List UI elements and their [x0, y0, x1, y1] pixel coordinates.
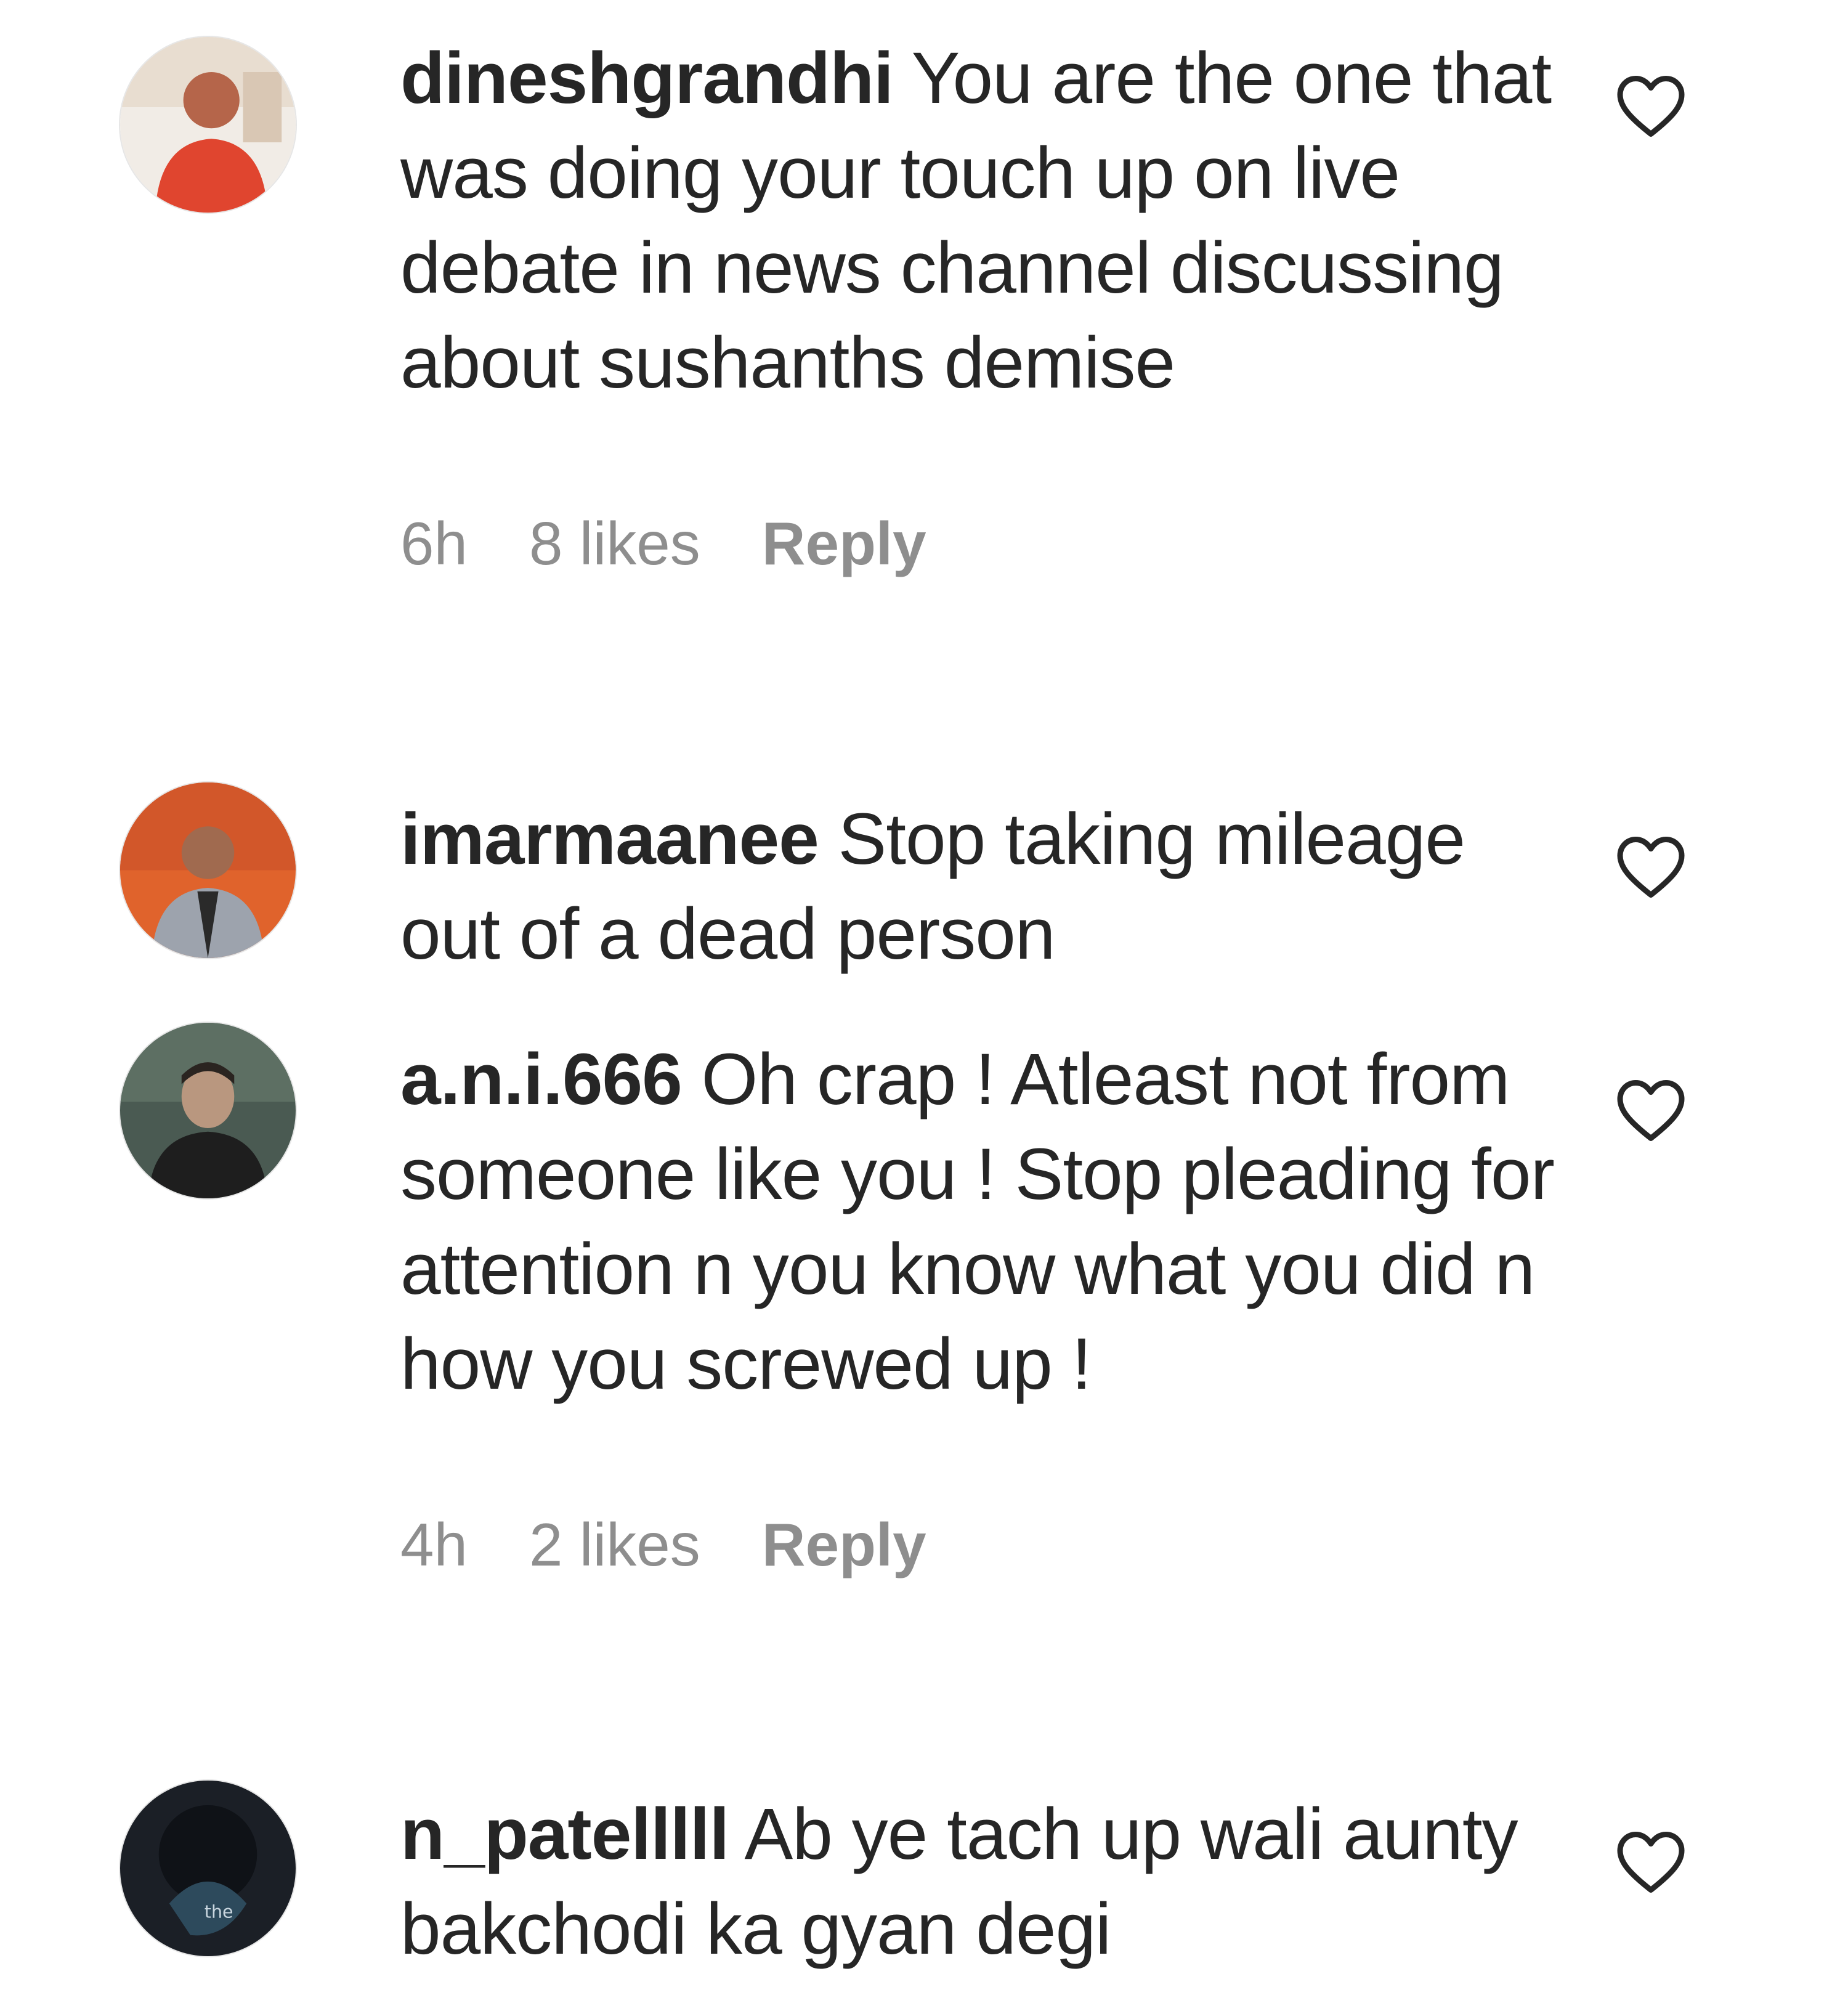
heart-outline-icon: [1617, 1832, 1685, 1893]
avatar[interactable]: [120, 1023, 296, 1198]
comment-likes-count[interactable]: 2 likes: [529, 1510, 700, 1580]
user-avatar-icon: [120, 37, 296, 213]
user-avatar-icon: [120, 1023, 296, 1198]
comment-username[interactable]: imarmaanee: [400, 798, 819, 880]
comment-meta: 4h 2 likes Reply: [400, 1510, 1558, 1580]
comment-time: 4h: [400, 1511, 468, 1578]
comment-body: n_patelllll Ab ye tach up wali aunty bak…: [400, 1787, 1558, 1976]
avatar[interactable]: [120, 37, 296, 213]
comment-username[interactable]: a.n.i.666: [400, 1039, 683, 1120]
user-avatar-icon: the: [120, 1781, 296, 1956]
comment-time: 6h: [400, 510, 468, 577]
like-button[interactable]: [1614, 832, 1688, 906]
heart-outline-icon: [1617, 76, 1685, 137]
reply-button[interactable]: Reply: [762, 1510, 926, 1580]
heart-outline-icon: [1617, 837, 1685, 898]
like-button[interactable]: [1614, 71, 1688, 145]
comment-text: dineshgrandhi You are the one that was d…: [400, 31, 1558, 410]
comment-body: dineshgrandhi You are the one that was d…: [400, 31, 1558, 579]
comment-username[interactable]: n_patelllll: [400, 1794, 729, 1875]
like-button[interactable]: [1614, 1827, 1688, 1901]
comment-body: imarmaanee Stop taking mileage out of a …: [400, 792, 1558, 981]
comment-text: n_patelllll Ab ye tach up wali aunty bak…: [400, 1787, 1558, 1976]
avatar[interactable]: [120, 782, 296, 958]
comment-body: a.n.i.666 Oh crap ! Atleast not from som…: [400, 1032, 1558, 1580]
like-button[interactable]: [1614, 1075, 1688, 1149]
svg-text:the: the: [205, 1901, 233, 1922]
comment-meta: 6h 8 likes Reply: [400, 509, 1558, 579]
comment-text: a.n.i.666 Oh crap ! Atleast not from som…: [400, 1032, 1558, 1412]
avatar[interactable]: the: [120, 1781, 296, 1956]
comment-text: imarmaanee Stop taking mileage out of a …: [400, 792, 1558, 981]
user-avatar-icon: [120, 782, 296, 958]
heart-outline-icon: [1617, 1080, 1685, 1141]
comment-likes-count[interactable]: 8 likes: [529, 509, 700, 579]
comments-list: dineshgrandhi You are the one that was d…: [0, 0, 1848, 2011]
reply-button[interactable]: Reply: [762, 509, 926, 579]
comment-username[interactable]: dineshgrandhi: [400, 38, 894, 119]
